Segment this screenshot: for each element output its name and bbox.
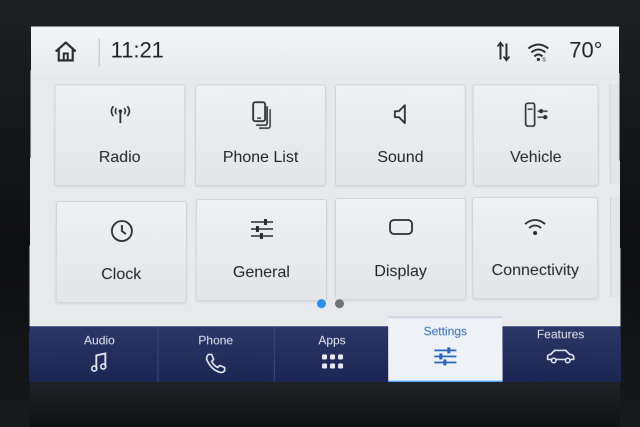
- nav-audio[interactable]: Audio: [41, 326, 159, 383]
- nav-label: Audio: [83, 333, 115, 348]
- tile-display[interactable]: Display: [334, 198, 467, 301]
- svg-text:s: s: [542, 56, 546, 62]
- nav-features[interactable]: Features: [502, 320, 619, 382]
- page-dot-active[interactable]: [316, 299, 327, 309]
- tile-label: Radio: [98, 149, 141, 167]
- clock-icon: [57, 216, 186, 246]
- wifi-icon: [473, 212, 597, 242]
- home-icon[interactable]: [53, 40, 79, 64]
- tile-label: General: [232, 264, 290, 282]
- status-divider: [98, 38, 100, 67]
- tile-phone-list[interactable]: Phone List: [195, 84, 326, 187]
- nav-phone[interactable]: Phone: [157, 326, 275, 383]
- tile-sound[interactable]: Sound: [334, 84, 466, 187]
- vehicle-settings-icon: [474, 99, 598, 129]
- nav-label: Features: [536, 327, 585, 342]
- outside-temperature: 70°: [569, 37, 603, 63]
- nav-label: Apps: [318, 333, 346, 348]
- tile-label: Display: [374, 263, 427, 281]
- car-features-icon: [502, 344, 618, 368]
- tile-general[interactable]: General: [195, 199, 328, 302]
- data-transfer-icon: [495, 41, 511, 63]
- nav-settings[interactable]: Settings: [388, 316, 503, 383]
- display-icon: [336, 213, 465, 243]
- nav-label: Settings: [423, 324, 468, 339]
- apps-grid-icon: [274, 350, 390, 374]
- phone-list-icon: [196, 99, 325, 130]
- tile-label: Sound: [377, 149, 424, 167]
- tile-clock[interactable]: Clock: [55, 201, 188, 304]
- tile-label: Connectivity: [491, 262, 579, 280]
- music-note-icon: [41, 350, 157, 374]
- nav-label: Phone: [198, 333, 234, 348]
- settings-sliders-icon: [388, 344, 502, 368]
- wifi-status-icon: s: [525, 41, 551, 63]
- infotainment-screen: 11:21 s 70° Radio Phone List Sound Vehic…: [28, 26, 622, 383]
- bottom-nav: Audio Phone Apps Settings Features: [28, 316, 622, 383]
- next-page-tile-edge: [609, 84, 621, 185]
- tile-label: Clock: [101, 266, 142, 284]
- speaker-icon: [336, 99, 465, 129]
- lower-bezel: [30, 382, 620, 427]
- tile-radio[interactable]: Radio: [54, 84, 186, 187]
- sliders-icon: [197, 214, 326, 244]
- page-dot[interactable]: [335, 299, 345, 309]
- status-bar: 11:21 s 70°: [30, 26, 620, 77]
- tile-vehicle[interactable]: Vehicle: [472, 84, 599, 187]
- tile-label: Vehicle: [510, 149, 562, 167]
- nav-apps[interactable]: Apps: [273, 326, 392, 383]
- phone-handset-icon: [157, 350, 273, 374]
- clock-time: 11:21: [110, 37, 164, 63]
- next-page-tile-edge: [609, 197, 622, 298]
- tile-connectivity[interactable]: Connectivity: [471, 197, 599, 300]
- radio-antenna-icon: [55, 99, 184, 129]
- tile-label: Phone List: [222, 149, 299, 167]
